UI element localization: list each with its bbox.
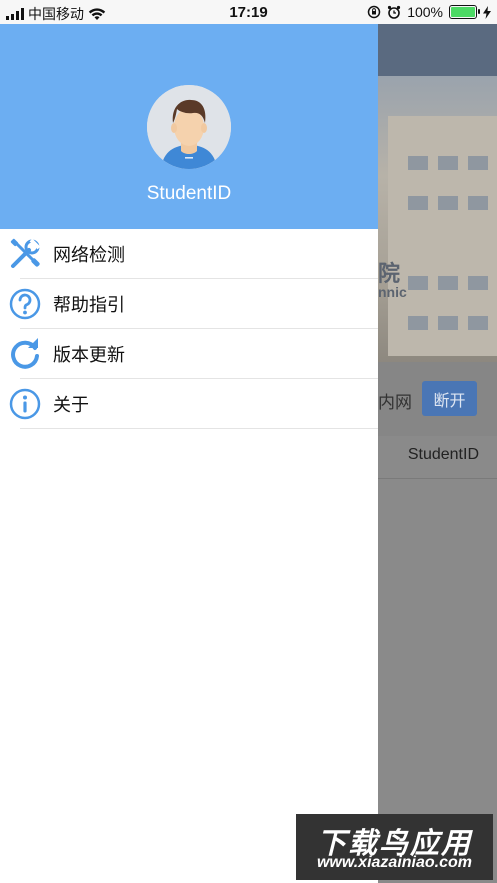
alarm-icon [388,5,401,19]
drawer-header: StudentID [0,24,378,229]
main-page-background[interactable]: › 院 nnic 内网 断开 StudentID [378,24,497,883]
rotation-lock-icon [367,5,381,19]
menu-item-label: 帮助指引 [53,295,125,315]
network-label: 内网 [378,393,412,412]
charging-icon [483,5,491,19]
avatar[interactable] [147,85,231,169]
menu-item-help-guide[interactable]: 帮助指引 [0,279,378,329]
info-icon [9,388,41,420]
menu-item-about[interactable]: 关于 [0,379,378,429]
student-id-value: StudentID [407,446,479,463]
campus-photo: 院 nnic [378,76,497,362]
disconnect-button[interactable]: 断开 [422,381,477,416]
user-avatar-icon [147,85,231,169]
menu-item-label: 版本更新 [53,345,125,365]
drawer-menu: 网络检测 帮助指引 版本更新 关于 [0,229,378,429]
help-icon [9,288,41,320]
network-row: 内网 断开 [378,362,497,436]
watermark-url: www.xiazainiao.com [316,854,472,871]
battery-fill [451,7,475,17]
campus-sign-en: nnic [378,284,407,300]
menu-item-label: 关于 [53,395,89,415]
status-bar: 中国移动 17:19 100% [0,0,497,24]
battery-percent: 100% [407,4,443,20]
username: StudentID [146,183,232,204]
nav-bar [378,24,497,76]
tools-icon [9,238,41,270]
refresh-icon [9,338,41,370]
menu-item-label: 网络检测 [53,245,125,265]
battery-icon [449,5,480,19]
menu-item-network-check[interactable]: 网络检测 [0,229,378,279]
menu-item-version-update[interactable]: 版本更新 [0,329,378,379]
watermark: 下载鸟应用 www.xiazainiao.com [296,814,493,880]
student-id-row: StudentID [378,436,497,479]
side-drawer: StudentID 网络检测 帮助指引 版本更新 关于 [0,24,378,883]
